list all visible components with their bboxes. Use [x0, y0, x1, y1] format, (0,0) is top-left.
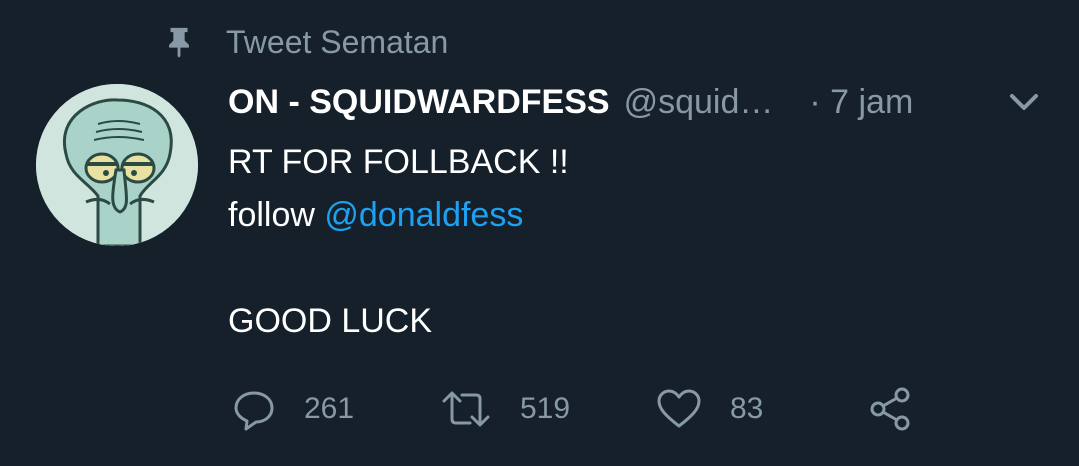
author-display-name[interactable]: ON - SQUIDWARDFESS: [228, 83, 610, 122]
retweet-button[interactable]: 519: [440, 384, 570, 434]
author-handle[interactable]: @squid…: [624, 83, 774, 122]
pinned-label: Tweet Sematan: [226, 23, 449, 60]
share-icon: [868, 386, 914, 432]
reply-button[interactable]: 261: [232, 384, 354, 434]
share-button[interactable]: [868, 384, 914, 434]
avatar[interactable]: [36, 84, 198, 246]
pin-icon: [162, 25, 196, 59]
tweet-line: follow @donaldfess: [228, 189, 1028, 242]
retweet-icon: [440, 389, 492, 429]
tweet-actions: 261 519 83: [232, 384, 952, 434]
tweet-line: GOOD LUCK: [228, 302, 433, 340]
pinned-tweet-indicator: Tweet Sematan: [162, 22, 448, 62]
like-count: 83: [730, 392, 764, 425]
tweet-text: RT FOR FOLLBACK !! follow @donaldfess GO…: [228, 136, 1028, 348]
retweet-count: 519: [520, 392, 571, 425]
chevron-down-icon[interactable]: [1008, 90, 1040, 114]
squidward-avatar: [36, 84, 198, 246]
mention-link[interactable]: @donaldfess: [324, 196, 523, 234]
heart-icon: [656, 388, 702, 430]
reply-icon: [232, 387, 276, 431]
tweet-line: RT FOR FOLLBACK !!: [228, 143, 569, 181]
tweet-text-fragment: follow: [228, 196, 325, 234]
like-button[interactable]: 83: [656, 384, 763, 434]
tweet-timestamp[interactable]: · 7 jam: [809, 83, 913, 122]
tweet-header: ON - SQUIDWARDFESS @squid… · 7 jam: [228, 80, 1058, 124]
reply-count: 261: [304, 392, 355, 425]
